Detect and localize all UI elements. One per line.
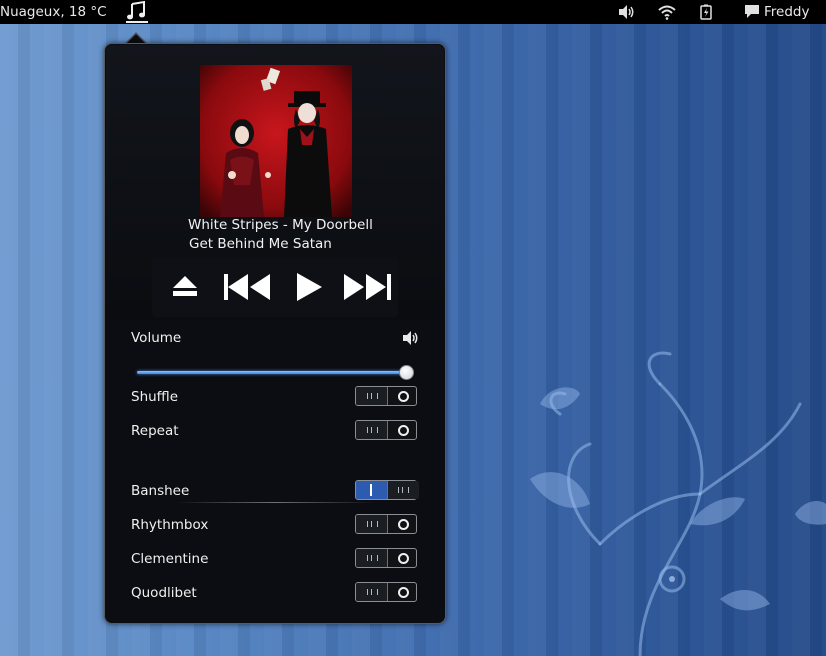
weather-indicator[interactable]: Nuageux, 18 °C: [0, 4, 107, 20]
repeat-switch[interactable]: [355, 420, 417, 440]
shuffle-label: Shuffle: [131, 389, 179, 405]
player-label-clementine: Clementine: [131, 551, 209, 567]
clementine-switch[interactable]: [355, 548, 417, 568]
media-player-section: White Stripes - My Doorbell Get Behind M…: [106, 45, 444, 321]
settings-section: Volume Shuffle Repeat Banshee Rhythmbox: [105, 322, 445, 622]
playback-controls: [152, 257, 398, 317]
previous-icon[interactable]: [222, 257, 274, 317]
music-note-icon[interactable]: [124, 0, 150, 24]
player-label-quodlibet: Quodlibet: [131, 585, 197, 601]
shuffle-switch[interactable]: [355, 386, 417, 406]
next-icon[interactable]: [342, 257, 394, 317]
chat-bubble-icon[interactable]: [744, 4, 760, 23]
speaker-icon: [402, 330, 420, 350]
play-icon[interactable]: [292, 257, 326, 317]
track-title: White Stripes - My Doorbell: [188, 217, 373, 233]
volume-slider-handle[interactable]: [399, 365, 414, 380]
active-indicator-underline: [126, 21, 148, 23]
speaker-icon[interactable]: [618, 4, 636, 24]
track-album: Get Behind Me Satan: [189, 236, 332, 252]
banshee-switch[interactable]: [355, 480, 419, 500]
sound-menu-popup: White Stripes - My Doorbell Get Behind M…: [104, 43, 446, 624]
rhythmbox-switch[interactable]: [355, 514, 417, 534]
separator: [175, 502, 375, 503]
wifi-icon[interactable]: [658, 4, 676, 24]
volume-label: Volume: [131, 330, 182, 346]
volume-slider-track[interactable]: [137, 371, 407, 374]
player-label-rhythmbox: Rhythmbox: [131, 517, 209, 533]
repeat-label: Repeat: [131, 423, 179, 439]
quodlibet-switch[interactable]: [355, 582, 417, 602]
player-label-banshee: Banshee: [131, 483, 190, 499]
battery-icon[interactable]: [698, 4, 714, 24]
user-menu[interactable]: Freddy: [764, 4, 809, 20]
volume-slider[interactable]: [137, 364, 414, 382]
top-panel: Nuageux, 18 °C Freddy: [0, 0, 826, 24]
eject-icon[interactable]: [168, 257, 202, 317]
album-cover-image: [200, 65, 352, 217]
